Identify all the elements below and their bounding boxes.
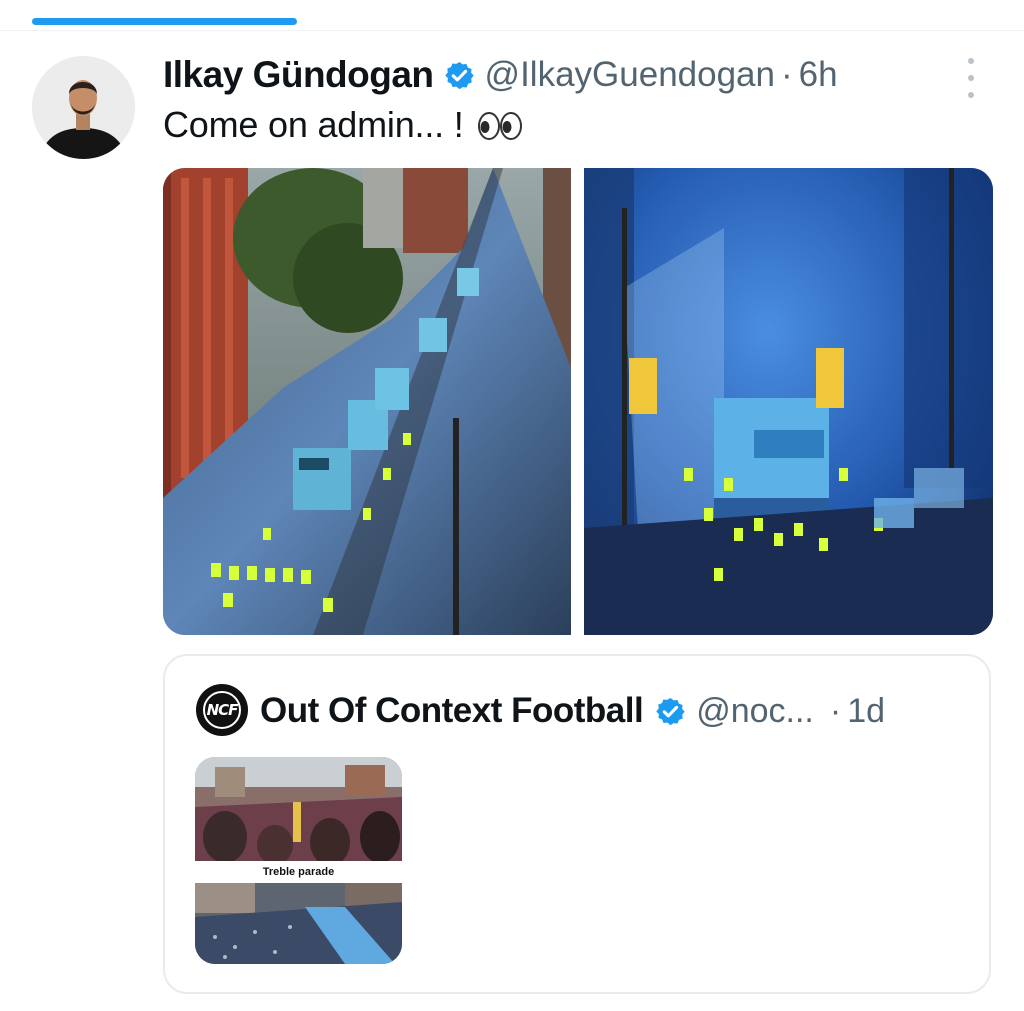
quoted-avatar-text: NCF	[206, 701, 239, 719]
quoted-tweet-photo[interactable]: Treble parade	[195, 757, 402, 964]
eyes-emoji-icon	[477, 111, 523, 141]
author-name[interactable]: Ilkay Gündogan	[163, 54, 434, 96]
author-handle[interactable]: @IlkayGuendogan	[485, 55, 775, 95]
quoted-author-name[interactable]: Out Of Context Football	[260, 691, 644, 731]
tweet-photo-2[interactable]	[584, 168, 993, 635]
verified-badge-icon	[655, 696, 686, 727]
timestamp[interactable]: 6h	[799, 55, 838, 95]
divider	[0, 30, 1024, 31]
tweet-text-content: Come on admin... !	[163, 104, 464, 145]
separator-dot: ·	[781, 55, 793, 94]
quoted-timestamp[interactable]: 1d	[847, 692, 885, 731]
quoted-author-avatar[interactable]: NCF	[196, 684, 248, 736]
author-avatar[interactable]	[32, 56, 135, 159]
tweet-photo-1[interactable]	[163, 168, 571, 635]
quoted-author-handle[interactable]: @noc...	[696, 692, 814, 731]
tweet-header: Ilkay Gündogan @IlkayGuendogan · 6h	[163, 52, 953, 98]
tweet-text: Come on admin... !	[163, 104, 523, 146]
tab-indicator	[32, 18, 297, 25]
tweet-detail-page: Ilkay Gündogan @IlkayGuendogan · 6h Come…	[0, 0, 1024, 1011]
ncf-logo-icon: NCF	[203, 691, 241, 729]
more-vertical-icon[interactable]	[960, 58, 982, 98]
separator-dot: ·	[829, 691, 842, 730]
person-avatar-icon	[32, 56, 135, 159]
quoted-media-caption-band: Treble parade	[195, 861, 402, 883]
quoted-media-caption: Treble parade	[262, 866, 335, 878]
verified-badge-icon	[444, 60, 475, 91]
parade-photo-bus-street-icon	[163, 168, 571, 635]
quoted-tweet-header: Out Of Context Football @noc... · 1d	[260, 686, 960, 736]
quoted-tweet-card[interactable]: NCF Out Of Context Football @noc... · 1d	[163, 654, 991, 994]
parade-photo-bus-crowd-blue-icon	[584, 168, 993, 635]
